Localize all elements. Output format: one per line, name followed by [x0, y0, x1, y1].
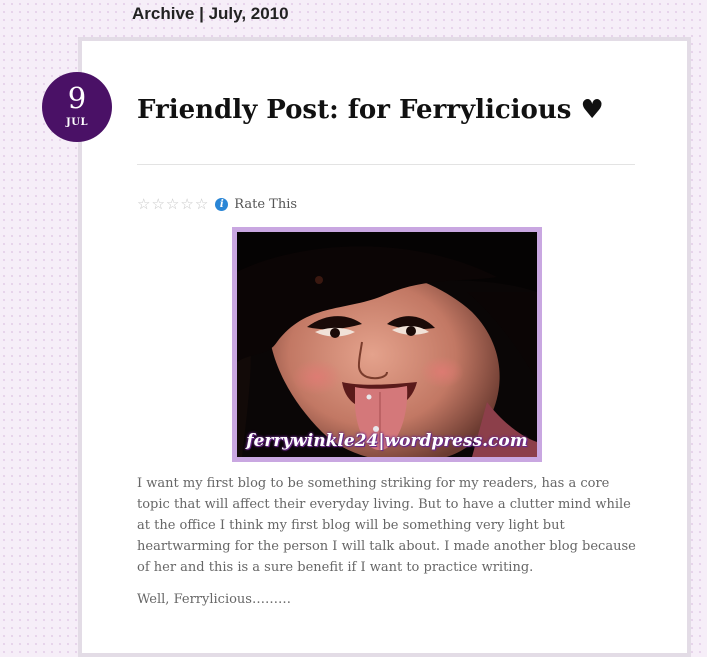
title-divider — [137, 164, 635, 165]
star-icon-1[interactable]: ☆ — [137, 196, 150, 212]
star-icon-4[interactable]: ☆ — [180, 196, 193, 212]
rate-this-label: Rate This — [234, 196, 298, 212]
post-photo[interactable]: ferrywinkle24|wordpress.com — [232, 227, 542, 462]
post-body: I want my first blog to be something str… — [137, 473, 642, 621]
star-icon-3[interactable]: ☆ — [166, 196, 179, 212]
date-badge: 9 JUL — [42, 72, 112, 142]
info-icon[interactable]: i — [215, 197, 229, 211]
star-icon-2[interactable]: ☆ — [151, 196, 164, 212]
post-paragraph-1: I want my first blog to be something str… — [137, 476, 636, 575]
archive-heading: Archive | July, 2010 — [132, 4, 289, 23]
photo-illustration — [237, 232, 537, 457]
post-paragraph-2: Well, Ferrylicious……… — [137, 592, 291, 607]
post-title[interactable]: Friendly Post: for Ferrylicious ♥ — [137, 95, 677, 125]
star-icon-5[interactable]: ☆ — [195, 196, 208, 212]
rating-widget: ☆ ☆ ☆ ☆ ☆ i Rate This — [137, 196, 297, 212]
date-month: JUL — [66, 117, 88, 128]
image-watermark: ferrywinkle24|wordpress.com — [246, 431, 528, 451]
date-day: 9 — [67, 81, 87, 115]
